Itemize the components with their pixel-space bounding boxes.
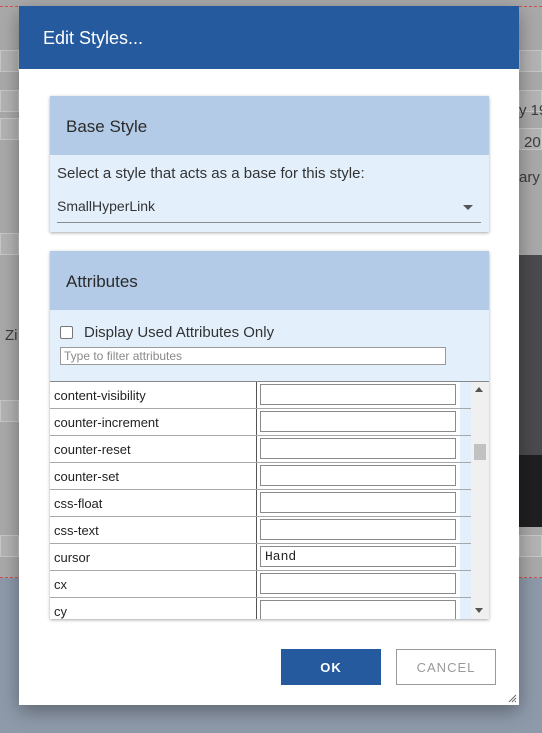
background-row	[0, 400, 19, 422]
dialog-title: Edit Styles...	[19, 6, 519, 69]
attribute-name: cx	[50, 571, 257, 597]
row-gutter	[460, 409, 471, 435]
cancel-button[interactable]: CANCEL	[396, 649, 496, 685]
attribute-value-input[interactable]	[260, 492, 456, 513]
attribute-value-input[interactable]	[260, 384, 456, 405]
scroll-down-icon[interactable]	[475, 608, 483, 613]
attribute-name: counter-set	[50, 463, 257, 489]
background-row	[519, 535, 542, 557]
table-row: counter-increment	[50, 409, 471, 436]
attribute-name: counter-increment	[50, 409, 257, 435]
background-text: Zi	[5, 327, 18, 344]
table-row: css-float	[50, 490, 471, 517]
row-gutter	[460, 544, 471, 570]
background-row	[0, 535, 19, 557]
background-text: y 19	[519, 102, 542, 119]
base-style-heading: Base Style	[50, 96, 489, 155]
table-row: counter-reset	[50, 436, 471, 463]
attribute-value-input[interactable]	[260, 465, 456, 486]
attribute-filter-input[interactable]	[60, 347, 446, 365]
background-row	[0, 50, 19, 72]
attributes-grid: content-visibility counter-increment cou…	[50, 381, 489, 619]
used-attributes-checkbox[interactable]	[60, 325, 73, 339]
table-row: cy	[50, 598, 471, 619]
attribute-name: cursor	[50, 544, 257, 570]
row-gutter	[460, 490, 471, 516]
table-row: cursor	[50, 544, 471, 571]
background-text: 20	[524, 134, 541, 151]
base-style-description: Select a style that acts as a base for t…	[57, 165, 365, 182]
background-row	[519, 50, 542, 72]
table-row: content-visibility	[50, 382, 471, 409]
row-gutter	[460, 517, 471, 543]
attribute-name: content-visibility	[50, 382, 257, 408]
attribute-name: css-float	[50, 490, 257, 516]
attribute-value-input[interactable]	[260, 573, 456, 594]
edit-styles-dialog: Edit Styles... Base Style Select a style…	[19, 6, 519, 705]
background-row	[0, 118, 19, 140]
background-text: ary	[519, 169, 540, 186]
row-gutter	[460, 463, 471, 489]
attribute-value-input[interactable]	[260, 519, 456, 540]
attributes-heading: Attributes	[50, 251, 489, 310]
attribute-value-input[interactable]	[260, 438, 456, 459]
background-image	[519, 455, 542, 527]
table-row: css-text	[50, 517, 471, 544]
table-row: cx	[50, 571, 471, 598]
row-gutter	[460, 571, 471, 597]
row-gutter	[460, 382, 471, 408]
scroll-up-icon[interactable]	[475, 387, 483, 392]
attribute-value-input[interactable]	[260, 546, 456, 567]
attributes-scrollbar[interactable]	[471, 382, 489, 619]
used-attributes-label: Display Used Attributes Only	[84, 323, 275, 341]
base-style-panel: Base Style Select a style that acts as a…	[50, 96, 489, 232]
row-gutter	[460, 436, 471, 462]
attribute-name: css-text	[50, 517, 257, 543]
background-row	[0, 233, 19, 255]
attributes-panel: Attributes Display Used Attributes Only …	[50, 251, 489, 619]
row-gutter	[460, 598, 471, 619]
base-style-selected-value: SmallHyperLink	[57, 198, 156, 214]
table-row: counter-set	[50, 463, 471, 490]
background-row	[0, 90, 19, 112]
chevron-down-icon	[463, 205, 473, 210]
ok-button[interactable]: OK	[281, 649, 381, 685]
attribute-name: counter-reset	[50, 436, 257, 462]
attribute-name: cy	[50, 598, 257, 619]
resize-grip-icon[interactable]	[507, 693, 517, 703]
used-attributes-filter: Display Used Attributes Only	[60, 323, 274, 341]
base-style-select[interactable]: SmallHyperLink	[57, 195, 481, 223]
attribute-value-input[interactable]	[260, 411, 456, 432]
scrollbar-thumb[interactable]	[474, 444, 486, 460]
attribute-value-input[interactable]	[260, 600, 456, 619]
